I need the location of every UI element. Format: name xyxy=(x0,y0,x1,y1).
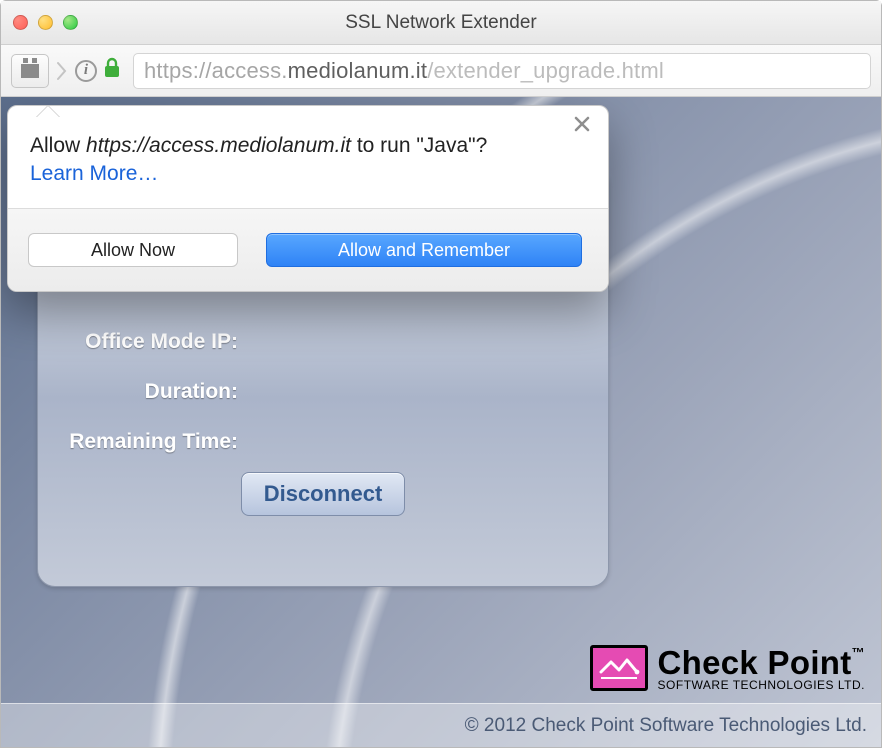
popup-message: Allow https://access.mediolanum.it to ru… xyxy=(30,134,586,158)
minimize-icon[interactable] xyxy=(38,15,53,30)
window-frame: SSL Network Extender i https://access.me… xyxy=(0,0,882,748)
allow-now-button[interactable]: Allow Now xyxy=(28,233,238,267)
chevron-right-icon xyxy=(55,54,69,88)
titlebar: SSL Network Extender xyxy=(1,1,881,45)
address-field[interactable]: https://access.mediolanum.it/extender_up… xyxy=(133,53,871,89)
popup-msg-prefix: Allow xyxy=(30,134,86,157)
url-bar: i https://access.mediolanum.it/extender_… xyxy=(1,45,881,97)
popup-button-bar: Allow Now Allow and Remember xyxy=(8,208,608,291)
url-scheme: https:// xyxy=(144,58,212,83)
brand-name: Check Point™ xyxy=(658,646,865,679)
checkpoint-logo-icon xyxy=(590,645,648,691)
address-url: https://access.mediolanum.it/extender_up… xyxy=(144,58,664,84)
window-title: SSL Network Extender xyxy=(1,12,881,34)
popup-msg-site: https://access.mediolanum.it xyxy=(86,134,351,157)
plugin-permission-popup: Allow https://access.mediolanum.it to ru… xyxy=(7,105,609,292)
url-host-domain: mediolanum.it xyxy=(288,58,428,83)
close-icon[interactable] xyxy=(13,15,28,30)
zoom-icon[interactable] xyxy=(63,15,78,30)
brand-text: Check Point™ SOFTWARE TECHNOLOGIES LTD. xyxy=(658,646,865,691)
copyright-text: © 2012 Check Point Software Technologies… xyxy=(465,715,867,737)
popup-msg-suffix: to run "Java"? xyxy=(351,134,487,157)
label-duration: Duration: xyxy=(62,380,238,404)
label-remaining-time: Remaining Time: xyxy=(62,430,238,454)
site-identity-icon xyxy=(21,64,39,78)
brand-block: Check Point™ SOFTWARE TECHNOLOGIES LTD. xyxy=(590,645,865,691)
brand-sub: SOFTWARE TECHNOLOGIES LTD. xyxy=(658,679,865,691)
info-icon[interactable]: i xyxy=(75,60,97,82)
url-path: /extender_upgrade.html xyxy=(427,58,664,83)
lock-icon[interactable] xyxy=(103,57,121,84)
copyright-bar: © 2012 Check Point Software Technologies… xyxy=(1,703,881,747)
site-identity-button[interactable] xyxy=(11,54,49,88)
learn-more-link[interactable]: Learn More… xyxy=(30,162,158,186)
allow-and-remember-button[interactable]: Allow and Remember xyxy=(266,233,582,267)
url-host-prefix: access. xyxy=(212,58,288,83)
label-office-mode-ip: Office Mode IP: xyxy=(62,330,238,354)
traffic-lights xyxy=(13,15,78,30)
content-area: Office Mode IP: Duration: Remaining Time… xyxy=(1,97,881,747)
disconnect-button[interactable]: Disconnect xyxy=(241,472,406,516)
close-popup-button[interactable] xyxy=(574,116,596,138)
